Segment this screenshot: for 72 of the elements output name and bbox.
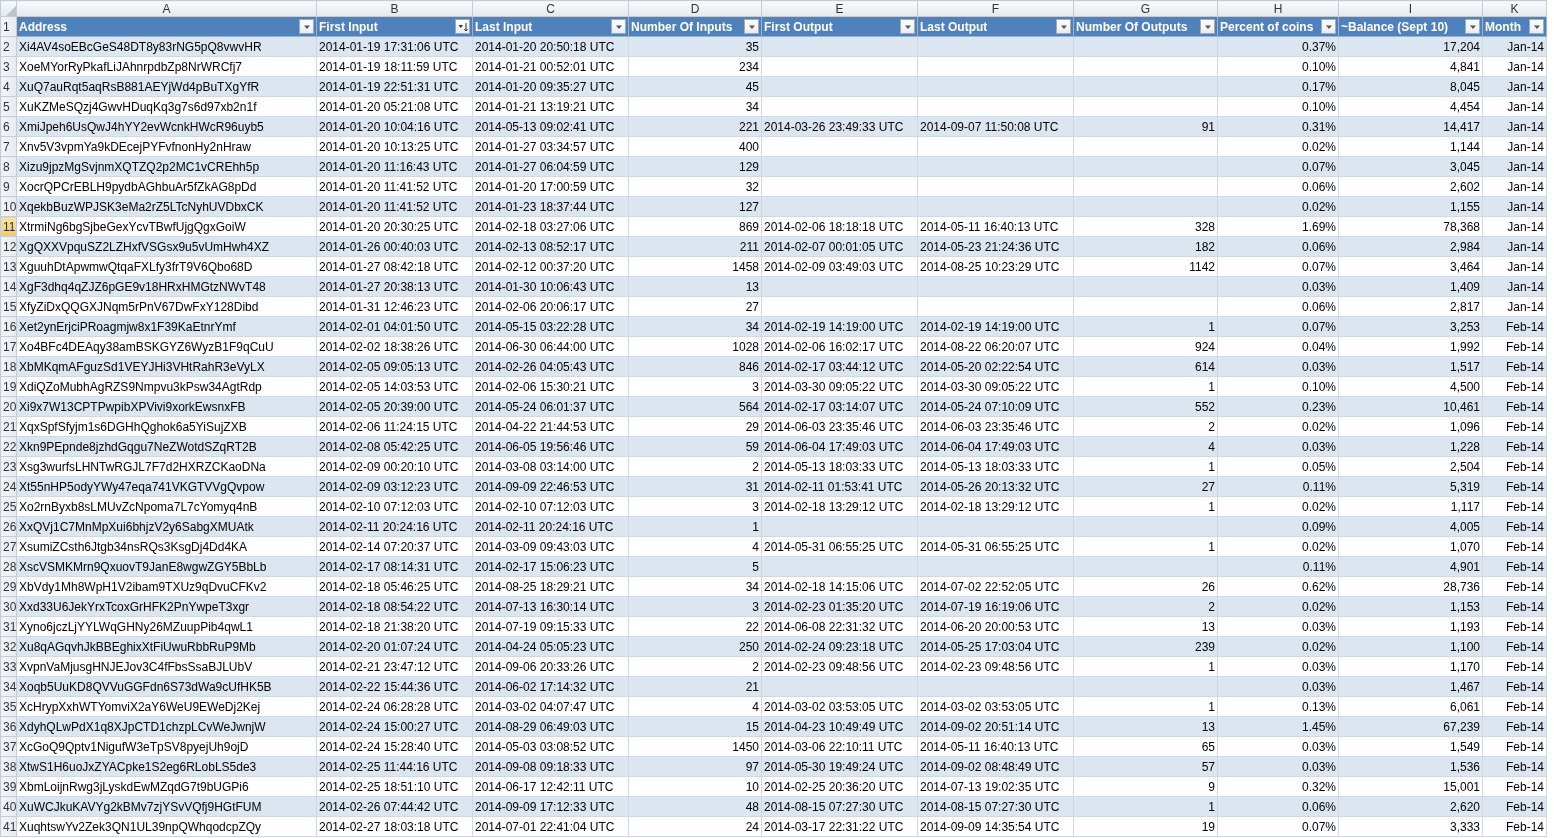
column-title: Last Output (920, 18, 988, 36)
row-number-header[interactable]: 33 (0, 656, 17, 677)
row-number-header[interactable]: 18 (0, 356, 17, 377)
column-title: Month (1485, 18, 1521, 36)
filter-button[interactable] (1529, 19, 1544, 34)
row-number-header[interactable]: 8 (0, 156, 17, 177)
sort-filter-button[interactable] (455, 19, 470, 34)
column-title: Address (19, 18, 68, 36)
column-letter-header[interactable]: F (917, 0, 1074, 17)
row-number-header[interactable]: 30 (0, 596, 17, 617)
column-letter-header[interactable]: B (316, 0, 473, 17)
row-number-header[interactable]: 36 (0, 716, 17, 737)
column-title: First Input (319, 18, 378, 36)
row-number-header[interactable]: 5 (0, 96, 17, 117)
row-number-header[interactable]: 35 (0, 696, 17, 717)
row-number-header[interactable]: 22 (0, 436, 17, 457)
row-number-header[interactable]: 37 (0, 736, 17, 757)
row-number-header[interactable]: 12 (0, 236, 17, 257)
row-number-header[interactable]: 14 (0, 276, 17, 297)
row-number-header[interactable]: 24 (0, 476, 17, 497)
row-number-header[interactable]: 6 (0, 116, 17, 137)
filter-button[interactable] (744, 19, 759, 34)
row-number-header[interactable]: 26 (0, 516, 17, 537)
row-number-header[interactable]: 3 (0, 56, 17, 77)
column-letter-header[interactable]: H (1217, 0, 1339, 17)
row-number-header[interactable]: 7 (0, 136, 17, 157)
row-number-header[interactable]: 17 (0, 336, 17, 357)
column-letter-header[interactable]: I (1338, 0, 1483, 17)
column-letter-header[interactable]: E (761, 0, 918, 17)
row-number-header[interactable]: 11 (0, 216, 17, 237)
column-letter-header[interactable]: A (16, 0, 317, 17)
row-number-header[interactable]: 32 (0, 636, 17, 657)
column-letter-header[interactable]: D (628, 0, 762, 17)
row-number-header[interactable]: 31 (0, 616, 17, 637)
sort-caret-icon (456, 20, 469, 33)
row-number-header[interactable]: 34 (0, 676, 17, 697)
filter-button[interactable] (1321, 19, 1336, 34)
row-number-header[interactable]: 2 (0, 36, 17, 57)
filter-button[interactable] (299, 19, 314, 34)
column-title: Percent of coins (1220, 18, 1314, 36)
row-number-header[interactable]: 40 (0, 796, 17, 817)
row-number-header[interactable]: 27 (0, 536, 17, 557)
row-number-header[interactable]: 20 (0, 396, 17, 417)
row-number-header[interactable]: 1 (0, 16, 17, 37)
column-title: Number Of Outputs (1076, 18, 1188, 36)
row-number-header[interactable]: 10 (0, 196, 17, 217)
row-number-header[interactable]: 29 (0, 576, 17, 597)
filter-button[interactable] (1465, 19, 1480, 34)
column-letter-header[interactable]: K (1482, 0, 1547, 17)
row-number-header[interactable]: 21 (0, 416, 17, 437)
row-number-header[interactable]: 15 (0, 296, 17, 317)
column-title: Number Of Inputs (631, 18, 733, 36)
column-title: First Output (764, 18, 833, 36)
filter-button[interactable] (900, 19, 915, 34)
row-number-header[interactable]: 23 (0, 456, 17, 477)
row-number-header[interactable]: 16 (0, 316, 17, 337)
row-number-header[interactable]: 4 (0, 76, 17, 97)
row-number-header[interactable]: 38 (0, 756, 17, 777)
column-title: ~Balance (Sept 10) (1341, 18, 1449, 36)
filter-button[interactable] (1056, 19, 1071, 34)
column-letter-header[interactable]: C (472, 0, 629, 17)
row-number-header[interactable]: 28 (0, 556, 17, 577)
column-letter-header[interactable]: G (1073, 0, 1218, 17)
row-number-header[interactable]: 9 (0, 176, 17, 197)
column-title: Last Input (475, 18, 533, 36)
row-number-header[interactable]: 13 (0, 256, 17, 277)
filter-button[interactable] (611, 19, 626, 34)
row-number-header[interactable]: 19 (0, 376, 17, 397)
row-number-header[interactable]: 39 (0, 776, 17, 797)
row-number-header[interactable]: 41 (0, 816, 17, 837)
row-number-header[interactable]: 25 (0, 496, 17, 517)
filter-button[interactable] (1200, 19, 1215, 34)
